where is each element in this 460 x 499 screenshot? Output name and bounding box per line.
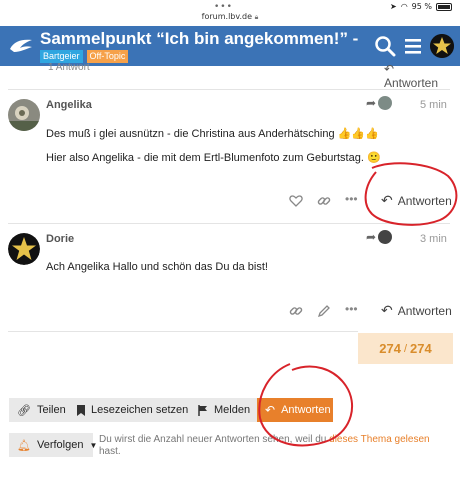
tracking-note: Du wirst die Anzahl neuer Antworten sehe…	[99, 434, 430, 457]
avatar[interactable]	[8, 99, 40, 131]
flag-button[interactable]: Melden	[190, 398, 259, 422]
reply-arrow-icon: ➦	[366, 96, 377, 110]
ios-status-bar: ••• forum.lbv.de 🔒︎ ➤ ◠ 95 %	[0, 0, 460, 26]
post-divider	[8, 89, 450, 90]
topic-progress[interactable]: 274 / 274	[358, 333, 453, 364]
progress-separator: /	[403, 342, 408, 355]
lock-icon: 🔒︎	[254, 13, 259, 21]
more-options-icon[interactable]: •••	[345, 193, 359, 208]
topic-title[interactable]: Sammelpunkt “Ich bin angekommen!” -	[40, 29, 358, 49]
previous-post-stub: 1 Antwort ↶ Antworten	[8, 62, 448, 90]
post-time[interactable]: 3 min	[420, 233, 447, 245]
post-time[interactable]: 5 min	[420, 99, 447, 111]
reply-button[interactable]: ↶ Antworten	[384, 62, 448, 90]
site-logo-icon[interactable]	[8, 33, 34, 59]
link-icon[interactable]	[317, 194, 331, 208]
search-icon[interactable]	[374, 35, 396, 57]
reply-arrow-icon: ➦	[366, 230, 377, 244]
like-heart-icon[interactable]	[289, 194, 303, 208]
reply-icon: ↶	[265, 403, 276, 417]
post-text: Des muß i glei ausnützn - die Christina …	[46, 128, 379, 140]
post-text: Hier also Angelika - die mit dem Ertl-Bl…	[46, 152, 381, 164]
reply-to-indicator[interactable]: ➦	[366, 96, 393, 110]
progress-current: 274	[379, 341, 401, 356]
reply-button[interactable]: ↶ Antworten	[381, 302, 452, 319]
reply-icon: ↶	[381, 192, 393, 208]
reply-to-avatar	[378, 96, 393, 110]
status-icons: ➤ ◠ 95 %	[390, 2, 452, 11]
share-link-icon: 🔗︎	[17, 404, 31, 417]
bookmark-icon	[77, 404, 85, 416]
hamburger-menu-icon[interactable]	[402, 35, 424, 57]
bookmark-button[interactable]: Lesezeichen setzen	[69, 398, 197, 422]
reply-button[interactable]: ↶ Antworten	[381, 192, 452, 209]
battery-percent: 95 %	[411, 2, 432, 11]
battery-icon	[436, 2, 452, 11]
reply-topic-button[interactable]: ↶ Antworten	[257, 398, 333, 422]
post-angelika: Angelika ➦ 5 min Des muß i glei ausnützn…	[0, 95, 460, 220]
location-icon: ➤	[389, 2, 397, 11]
progress-total: 274	[410, 341, 432, 356]
user-avatar[interactable]	[430, 34, 454, 58]
avatar[interactable]	[8, 233, 40, 265]
caret-down-icon: ▼	[89, 440, 98, 450]
post-divider	[8, 223, 450, 224]
link-icon[interactable]	[289, 304, 303, 318]
post-divider	[8, 331, 358, 332]
site-header: Sammelpunkt “Ich bin angekommen!” - Bart…	[0, 26, 460, 66]
wifi-icon: ◠	[400, 2, 408, 11]
replies-count[interactable]: 1 Antwort	[48, 62, 90, 73]
edit-pencil-icon[interactable]	[317, 304, 331, 318]
post-actions: ••• ↶ Antworten	[289, 192, 452, 209]
flag-icon	[198, 404, 207, 416]
tab-dots: •••	[214, 2, 233, 12]
more-options-icon[interactable]: •••	[345, 303, 359, 318]
address-bar[interactable]: forum.lbv.de 🔒︎	[0, 12, 460, 22]
post-dorie: Dorie ➦ 3 min Ach Angelika Hallo und sch…	[0, 229, 460, 324]
reply-to-indicator[interactable]: ➦	[366, 230, 393, 244]
reply-to-avatar	[378, 230, 393, 244]
post-actions: ••• ↶ Antworten	[289, 302, 452, 319]
share-button[interactable]: 🔗︎ Teilen	[9, 398, 74, 422]
bell-icon: 🔔︎	[17, 439, 31, 452]
author-name[interactable]: Dorie	[46, 233, 74, 245]
author-name[interactable]: Angelika	[46, 99, 92, 111]
topic-read-link[interactable]: dieses Thema gelesen	[329, 434, 429, 445]
url-text: forum.lbv.de	[201, 12, 253, 21]
post-text: Ach Angelika Hallo und schön das Du da b…	[46, 261, 268, 273]
tracking-dropdown[interactable]: 🔔︎ Verfolgen ▼	[9, 433, 97, 457]
reply-icon: ↶	[381, 302, 393, 318]
